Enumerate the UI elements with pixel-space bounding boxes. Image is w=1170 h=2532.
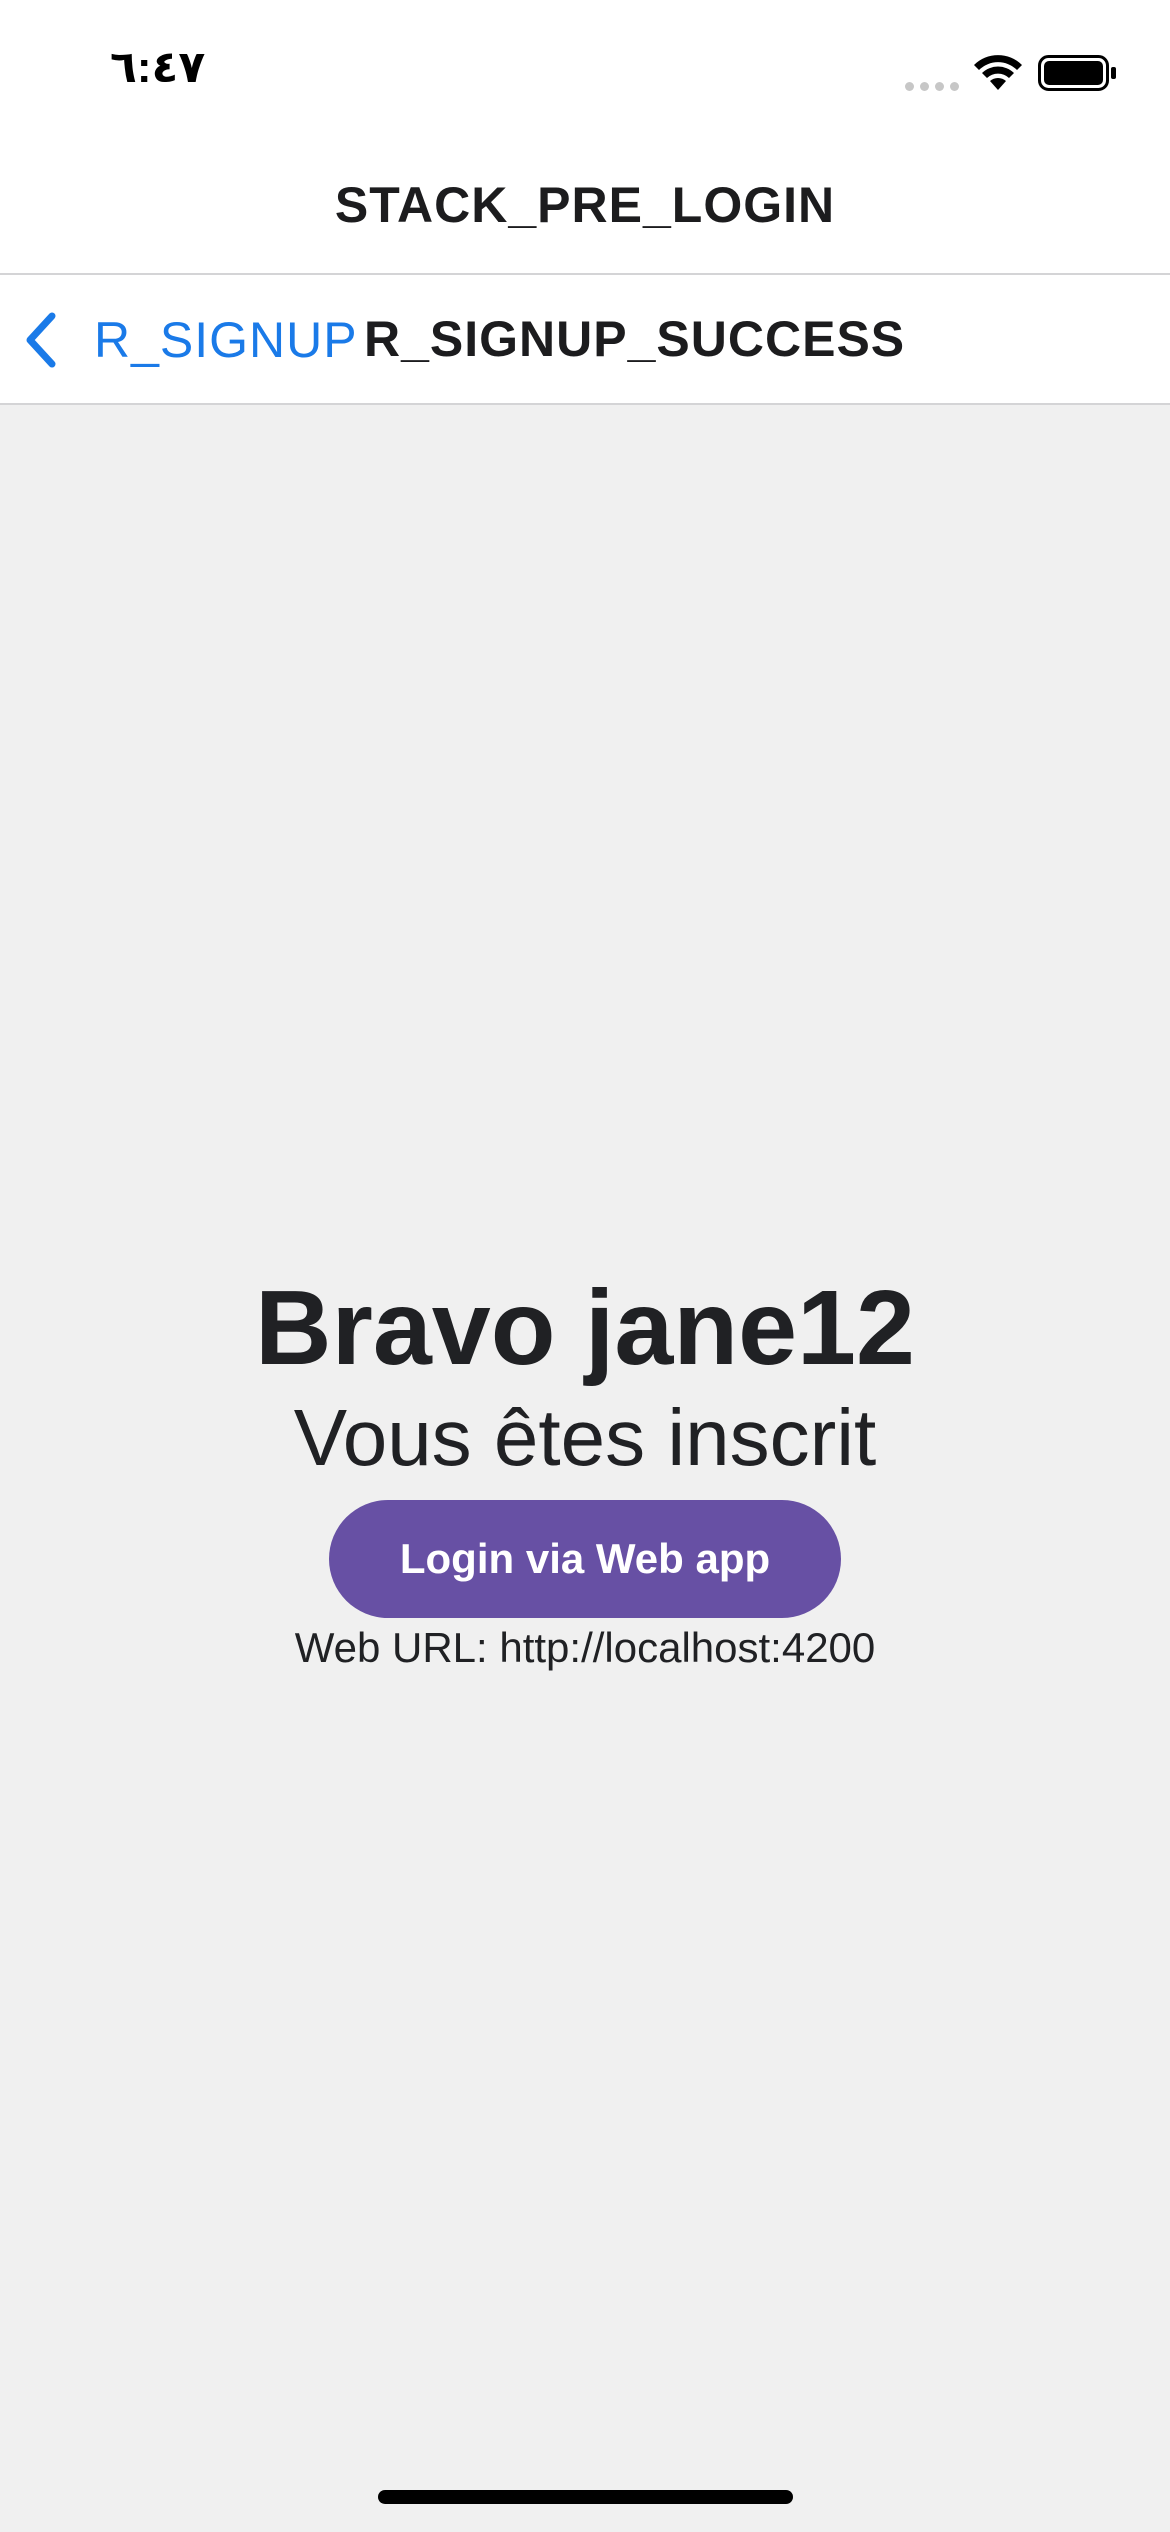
home-indicator[interactable] <box>378 2490 793 2504</box>
wifi-icon <box>974 55 1022 90</box>
registered-subtitle: Vous êtes inscrit <box>293 1393 877 1482</box>
back-button-label: R_SIGNUP <box>94 312 358 368</box>
chevron-left-icon <box>26 312 56 368</box>
stack-title: STACK_PRE_LOGIN <box>334 177 836 233</box>
web-url-text: Web URL: http://localhost:4200 <box>294 1624 876 1671</box>
back-button[interactable]: R_SIGNUP <box>20 305 358 375</box>
screen-header: R_SIGNUP R_SIGNUP_SUCCESS <box>0 275 1170 405</box>
login-via-web-app-button[interactable]: Login via Web app <box>329 1500 841 1618</box>
greeting-heading: Bravo jane12 <box>255 1269 915 1387</box>
status-time: ٦:٤٧ <box>110 43 206 92</box>
cellular-signal-icon <box>905 82 959 91</box>
stack-header: STACK_PRE_LOGIN <box>0 140 1170 275</box>
battery-icon <box>1038 55 1116 91</box>
status-bar: ٦:٤٧ <box>0 0 1170 140</box>
signup-success-content: Bravo jane12 Vous êtes inscrit Login via… <box>0 1268 1170 1672</box>
screen-title: R_SIGNUP_SUCCESS <box>364 311 906 367</box>
